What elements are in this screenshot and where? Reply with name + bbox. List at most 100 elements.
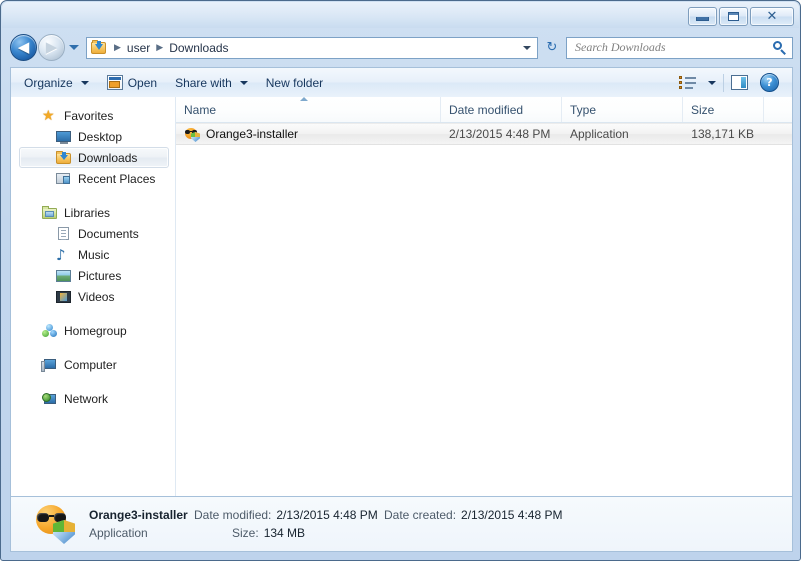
view-list-icon	[679, 75, 696, 90]
chevron-down-icon	[522, 45, 531, 50]
homegroup-icon	[42, 323, 58, 339]
sidebar-item-label: Documents	[78, 226, 139, 241]
back-button[interactable]: ◀	[10, 34, 37, 61]
chevron-down-icon	[239, 80, 248, 85]
details-date-modified: Date modified: 2/13/2015 4:48 PM	[194, 508, 384, 522]
chevron-down-icon	[708, 80, 716, 85]
preview-pane-button[interactable]	[726, 71, 753, 95]
sidebar-item-label: Computer	[64, 357, 117, 372]
file-name-cell[interactable]: Orange3-installer	[176, 126, 441, 142]
details-date-created: Date created: 2/13/2015 4:48 PM	[384, 508, 562, 522]
sidebar-item-label: Recent Places	[78, 171, 156, 186]
refresh-icon: ↻	[546, 40, 558, 55]
breadcrumb-item-user[interactable]: user	[125, 41, 152, 55]
sidebar-item-label: Network	[64, 391, 109, 406]
file-type-label: Application	[570, 127, 629, 141]
sidebar-item-computer[interactable]: Computer	[19, 354, 169, 375]
sidebar-item-documents[interactable]: Documents	[19, 223, 169, 244]
help-button[interactable]: ?	[755, 71, 784, 95]
forward-arrow-icon: ▶	[45, 38, 58, 56]
forward-button[interactable]: ▶	[38, 34, 65, 61]
close-icon: ✕	[766, 9, 778, 24]
breadcrumb-item-downloads[interactable]: Downloads	[167, 41, 230, 55]
address-history-dropdown[interactable]	[518, 38, 535, 58]
file-name-label: Orange3-installer	[206, 127, 299, 141]
file-size-label: 138,171 KB	[691, 127, 754, 141]
search-icon[interactable]	[772, 40, 788, 56]
orange3-installer-icon	[184, 126, 200, 142]
toolbar-share-with-button[interactable]: Share with	[166, 71, 257, 95]
maximize-button[interactable]	[719, 7, 748, 26]
title-bar	[2, 2, 799, 28]
sidebar-item-downloads[interactable]: Downloads	[19, 147, 169, 168]
sidebar-item-libraries[interactable]: Libraries	[19, 202, 169, 223]
details-size-value: 134 MB	[263, 526, 306, 540]
breadcrumb: ▶ user ▶ Downloads	[91, 40, 518, 55]
recent-places-icon	[56, 171, 72, 187]
sidebar-item-recent-places[interactable]: Recent Places	[19, 168, 169, 189]
toolbar-new-folder-button[interactable]: New folder	[257, 71, 332, 95]
sidebar-item-label: Homegroup	[64, 323, 127, 338]
file-size-cell: 138,171 KB	[683, 127, 764, 141]
library-icon	[42, 205, 58, 221]
file-rows: Orange3-installer 2/13/2015 4:48 PM Appl…	[176, 123, 792, 496]
change-view-button[interactable]	[674, 71, 701, 95]
breadcrumb-separator-0[interactable]: ▶	[110, 43, 125, 53]
table-row[interactable]: Orange3-installer 2/13/2015 4:48 PM Appl…	[176, 123, 792, 145]
sidebar-item-network[interactable]: Network	[19, 388, 169, 409]
network-icon	[42, 391, 58, 407]
details-date-modified-key: Date modified:	[194, 508, 272, 522]
command-toolbar: Organize Open Share with New folder ?	[10, 67, 793, 97]
search-input[interactable]: Search Downloads	[566, 36, 793, 59]
music-note-icon: ♪	[56, 245, 66, 264]
details-subtitle: Application	[89, 526, 148, 540]
column-header-filler[interactable]	[764, 97, 792, 122]
star-icon: ★	[42, 107, 55, 124]
sidebar-item-label: Downloads	[78, 150, 138, 165]
column-header-name[interactable]: Name	[176, 97, 441, 122]
column-header-type[interactable]: Type	[562, 97, 683, 122]
sidebar-item-favorites[interactable]: ★ Favorites	[19, 105, 169, 126]
column-header-date-modified[interactable]: Date modified	[441, 97, 562, 122]
toolbar-open-label: Open	[127, 75, 158, 90]
column-header-label: Date modified	[449, 102, 524, 117]
view-options-button[interactable]	[703, 71, 721, 95]
explorer-window: ✕ ◀ ▶ ▶ user ▶ Downloads ↻ Search Downlo…	[0, 0, 801, 561]
details-line-primary: Orange3-installer Date modified: 2/13/20…	[89, 508, 782, 522]
chevron-down-icon	[69, 45, 79, 50]
toolbar-share-with-label: Share with	[175, 75, 232, 90]
sidebar-item-desktop[interactable]: Desktop	[19, 126, 169, 147]
chevron-down-icon	[80, 80, 89, 85]
refresh-button[interactable]: ↻	[541, 37, 563, 59]
recent-pages-button[interactable]	[66, 37, 82, 59]
help-icon: ?	[760, 73, 779, 92]
desktop-icon	[56, 129, 72, 145]
sidebar-item-label: Favorites	[64, 108, 114, 123]
details-date-created-value: 2/13/2015 4:48 PM	[461, 508, 563, 522]
sidebar-item-pictures[interactable]: Pictures	[19, 265, 169, 286]
nav-group-favorites: ★ Favorites Desktop Downloads Recent Pla…	[11, 105, 175, 189]
toolbar-organize-button[interactable]: Organize	[15, 71, 98, 95]
file-list-pane[interactable]: Name Date modified Type Size Orange3-ins…	[176, 97, 792, 496]
sidebar-item-homegroup[interactable]: Homegroup	[19, 320, 169, 341]
sidebar-item-videos[interactable]: Videos	[19, 286, 169, 307]
sidebar-item-music[interactable]: ♪ Music	[19, 244, 169, 265]
sidebar-item-label: Videos	[78, 289, 115, 304]
column-header-label: Size	[691, 102, 715, 117]
maximize-icon	[728, 12, 739, 21]
details-text: Orange3-installer Date modified: 2/13/20…	[89, 508, 782, 540]
column-header-row: Name Date modified Type Size	[176, 97, 792, 123]
minimize-button[interactable]	[688, 7, 717, 26]
details-date-modified-value: 2/13/2015 4:48 PM	[276, 508, 378, 522]
details-size: Size: 134 MB	[194, 526, 384, 540]
address-bar: ◀ ▶ ▶ user ▶ Downloads ↻ Search Download…	[10, 34, 793, 61]
toolbar-open-button[interactable]: Open	[98, 71, 166, 95]
breadcrumb-separator-1[interactable]: ▶	[152, 43, 167, 53]
column-header-size[interactable]: Size	[683, 97, 764, 122]
navigation-pane[interactable]: ★ Favorites Desktop Downloads Recent Pla…	[11, 97, 175, 496]
video-icon	[56, 289, 72, 305]
close-button[interactable]: ✕	[750, 7, 794, 26]
address-path-box[interactable]: ▶ user ▶ Downloads	[86, 36, 538, 59]
